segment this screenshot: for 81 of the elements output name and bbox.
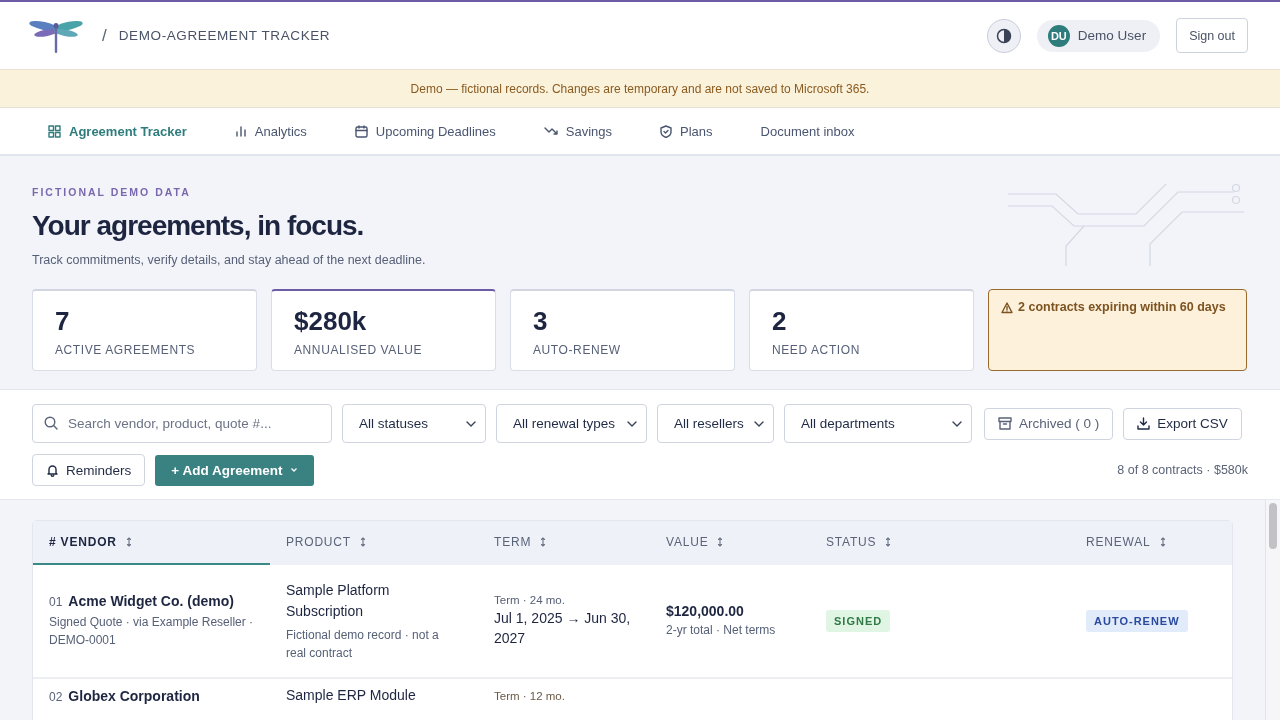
sort-icon	[1159, 537, 1166, 547]
trend-down-icon	[543, 126, 558, 136]
export-csv-button[interactable]: Export CSV	[1123, 407, 1242, 440]
scroll-thumb[interactable]	[1269, 503, 1277, 549]
contract-value: $120,000.00	[666, 603, 744, 619]
vendor-name: Acme Widget Co. (demo)	[68, 593, 234, 609]
nav-tab[interactable]: Plans	[660, 123, 713, 139]
results-summary: 8 of 8 contracts · $580k	[1117, 463, 1248, 477]
nav-tab[interactable]: Document inbox	[760, 123, 855, 139]
grid-icon	[48, 124, 61, 138]
search-icon	[44, 416, 58, 430]
stat-label: ACTIVE AGREEMENTS	[55, 343, 197, 357]
stat-label: ANNUALISED VALUE	[294, 343, 424, 357]
add-agreement-button[interactable]: + Add Agreement	[155, 454, 315, 486]
chevron-down-icon	[626, 419, 638, 428]
chevron-down-icon	[951, 419, 963, 428]
column-header[interactable]: # VENDOR	[33, 521, 270, 565]
page-heading: Your agreements, in focus.	[32, 210, 365, 242]
nav-tab[interactable]: Agreement Tracker	[48, 123, 187, 139]
product-note: Fictional demo record · not a real contract	[286, 627, 440, 662]
row-number: 02	[49, 689, 63, 704]
column-header[interactable]: TERM	[478, 521, 650, 565]
term-length: Term · 12 mo.	[494, 689, 565, 702]
status-badge: SIGNED	[826, 610, 891, 632]
nav-tab[interactable]: Upcoming Deadlines	[354, 123, 496, 139]
download-icon	[1137, 417, 1151, 430]
bar-chart-icon	[234, 125, 247, 137]
sort-icon	[885, 537, 892, 547]
stat-value: 7	[55, 306, 71, 337]
chevron-down-icon	[753, 419, 765, 428]
column-header[interactable]: PRODUCT	[270, 521, 478, 565]
row-number: 01	[49, 595, 63, 609]
chevron-down-icon	[290, 467, 299, 473]
alert-text: 2 contracts expiring within 60 days	[1018, 300, 1226, 314]
filter-dropdown[interactable]: All departments	[784, 404, 972, 443]
term-dates: Jul 1, 2025 → Jun 30, 2027	[494, 609, 632, 648]
nav-tab[interactable]: Analytics	[234, 123, 307, 139]
sign-out-button[interactable]: Sign out	[1176, 18, 1248, 53]
filter-dropdown[interactable]: All resellers	[657, 404, 774, 443]
sort-icon	[125, 537, 132, 547]
stat-value: 2	[772, 306, 788, 337]
scrollbar[interactable]	[1265, 500, 1280, 720]
filter-dropdown[interactable]: All renewal types	[496, 404, 647, 443]
contrast-icon	[995, 27, 1012, 44]
column-header[interactable]: VALUE	[650, 521, 810, 565]
bell-icon	[46, 463, 59, 477]
breadcrumb-separator: /	[102, 25, 107, 46]
archive-box-icon	[998, 417, 1012, 430]
reminders-button[interactable]: Reminders	[32, 454, 146, 486]
warning-icon	[1001, 302, 1013, 314]
demo-banner: Demo — fictional records. Changes are temporary and are not saved to Microsoft 365.	[0, 69, 1280, 108]
stat-label: AUTO-RENEW	[533, 343, 622, 357]
vendor-name: Globex Corporation	[68, 687, 200, 704]
column-header[interactable]: RENEWAL	[1070, 521, 1232, 565]
product-name: Sample Platform Subscription	[286, 581, 391, 621]
sort-icon	[359, 537, 366, 547]
product-name: Sample ERP Module	[286, 686, 416, 705]
search-field[interactable]: Search vendor, product, quote #...	[32, 404, 332, 443]
eyebrow-label: FICTIONAL DEMO DATA	[32, 186, 192, 198]
stat-value: 3	[533, 306, 549, 337]
stat-label: NEED ACTION	[772, 343, 861, 357]
sort-icon	[717, 537, 724, 547]
theme-toggle-button[interactable]	[986, 18, 1021, 53]
column-header[interactable]: STATUS	[810, 521, 1070, 565]
shield-icon	[660, 124, 672, 138]
vendor-meta: Signed Quote · via Example Reseller · DEMO-0001	[49, 614, 254, 649]
filter-dropdown[interactable]: All statuses	[342, 404, 486, 443]
renewal-badge: AUTO-RENEW	[1086, 610, 1188, 632]
value-note: 2-yr total · Net terms	[666, 622, 776, 639]
user-name: Demo User	[1077, 28, 1147, 43]
term-length: Term · 24 mo.	[494, 594, 565, 606]
user-chip[interactable]: DU Demo User	[1036, 19, 1161, 52]
nav-tab[interactable]: Savings	[543, 123, 612, 139]
app-title: DEMO-AGREEMENT TRACKER	[118, 28, 331, 43]
calendar-icon	[354, 124, 368, 138]
stat-value: $280k	[294, 306, 368, 337]
sort-icon	[540, 537, 547, 547]
page-subtitle: Track commitments, verify details, and stay ahead of the next deadline.	[32, 253, 427, 267]
chevron-down-icon	[465, 419, 477, 428]
user-avatar: DU	[1047, 24, 1070, 47]
archived-button[interactable]: Archived ( 0 )	[984, 407, 1114, 440]
